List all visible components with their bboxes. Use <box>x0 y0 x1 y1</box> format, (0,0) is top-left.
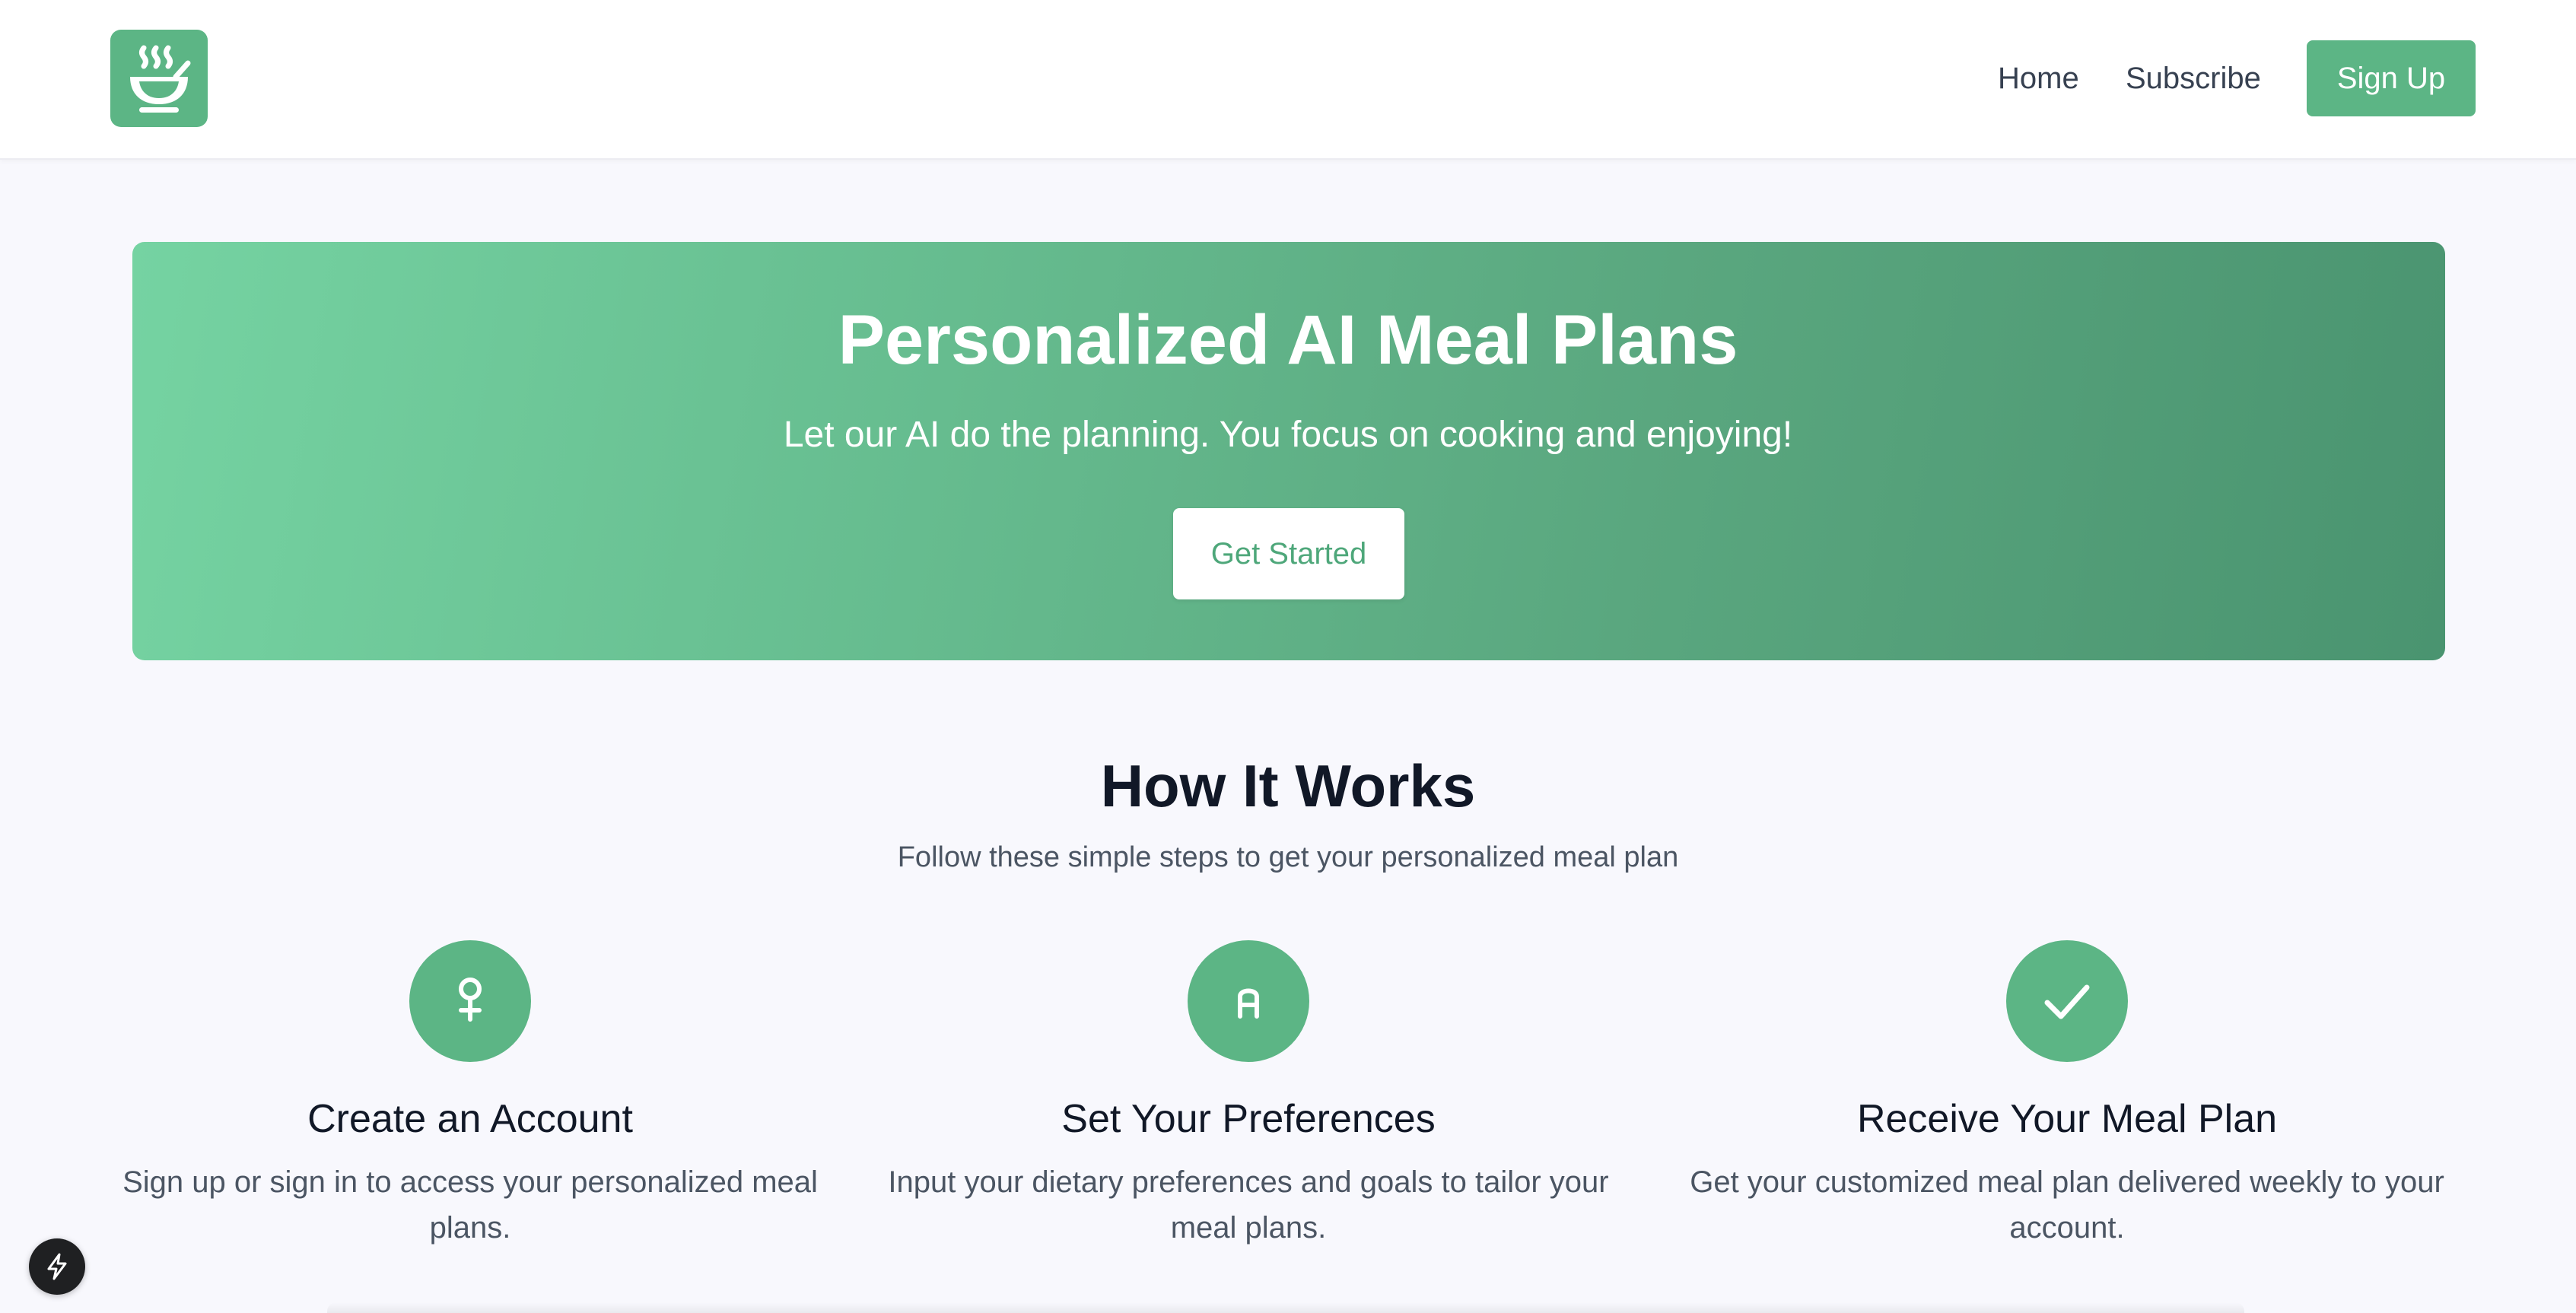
next-section-edge <box>327 1302 2244 1313</box>
steaming-bowl-icon <box>130 45 191 113</box>
preferences-icon <box>1238 988 1259 1019</box>
how-it-works-heading: How It Works <box>1100 752 1476 819</box>
get-started-button[interactable]: Get Started <box>1173 508 1404 599</box>
step-description: Get your customized meal plan delivered … <box>1690 1165 2444 1245</box>
step-title: Receive Your Meal Plan <box>1856 1097 2278 1141</box>
how-it-works-subtitle: Follow these simple steps to get your pe… <box>897 841 1679 873</box>
step-description: Input your dietary preferences and goals… <box>888 1165 1609 1245</box>
step-create-account: Create an Account Sign up or sign in to … <box>90 940 851 1251</box>
step-set-preferences: Set Your Preferences Input your dietary … <box>868 940 1629 1251</box>
hero-subtitle: Let our AI do the planning. You focus on… <box>783 415 1793 455</box>
step-receive-meal-plan: Receive Your Meal Plan Get your customiz… <box>1687 940 2447 1251</box>
step-description: Sign up or sign in to access your person… <box>122 1165 818 1245</box>
nav-link-subscribe[interactable]: Subscribe <box>2126 58 2261 99</box>
female-symbol-icon <box>459 978 482 1022</box>
step-icon-circle <box>2006 940 2128 1062</box>
step-title: Create an Account <box>307 1097 633 1141</box>
hero-title: Personalized AI Meal Plans <box>838 301 1738 379</box>
step-title: Set Your Preferences <box>1061 1097 1436 1141</box>
lightning-bolt-icon <box>47 1253 67 1280</box>
sign-up-button[interactable]: Sign Up <box>2307 40 2476 116</box>
top-navigation-bar: Home Subscribe Sign Up <box>0 0 2576 160</box>
logo[interactable] <box>110 30 208 127</box>
floating-action-button[interactable] <box>29 1238 85 1295</box>
step-icon-circle <box>1188 940 1309 1062</box>
nav-link-home[interactable]: Home <box>1998 58 2079 99</box>
checkmark-icon <box>2044 984 2090 1019</box>
step-icon-circle <box>409 940 531 1062</box>
